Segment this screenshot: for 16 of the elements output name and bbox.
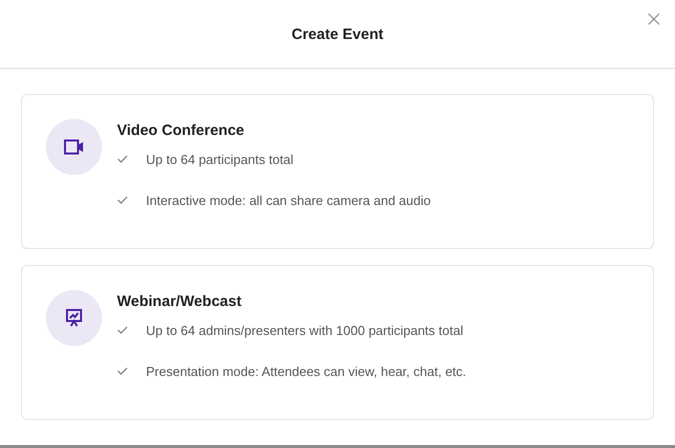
- feature-text: Presentation mode: Attendees can view, hear, chat, etc.: [146, 364, 466, 378]
- check-icon: [117, 367, 128, 375]
- feature-text: Interactive mode: all can share camera and audio: [146, 192, 431, 208]
- video-camera-icon: [64, 139, 84, 155]
- check-icon: [117, 326, 128, 334]
- feature-text: Up to 64 participants total: [146, 152, 294, 166]
- close-button[interactable]: ×: [640, 8, 667, 32]
- option-title: Video Conference: [117, 122, 246, 139]
- feature-text: Up to 64 admins/presenters with 1000 participants total: [146, 322, 464, 338]
- check-icon: [117, 196, 128, 204]
- event-option-card[interactable]: Webinar/Webcast Up to 64 admins/presenters with 1000 participants total Presentation mode: Attendees can view, hear, chat, etc.: [21, 265, 654, 420]
- dialog-title: Create Event: [292, 26, 384, 42]
- option-title: Webinar/Webcast: [117, 293, 242, 310]
- event-option-card[interactable]: Video Conference Up to 64 participants total Interactive mode: all can share camera and audio: [21, 94, 654, 249]
- check-icon: [117, 155, 128, 163]
- presentation-chart-icon: [65, 309, 83, 327]
